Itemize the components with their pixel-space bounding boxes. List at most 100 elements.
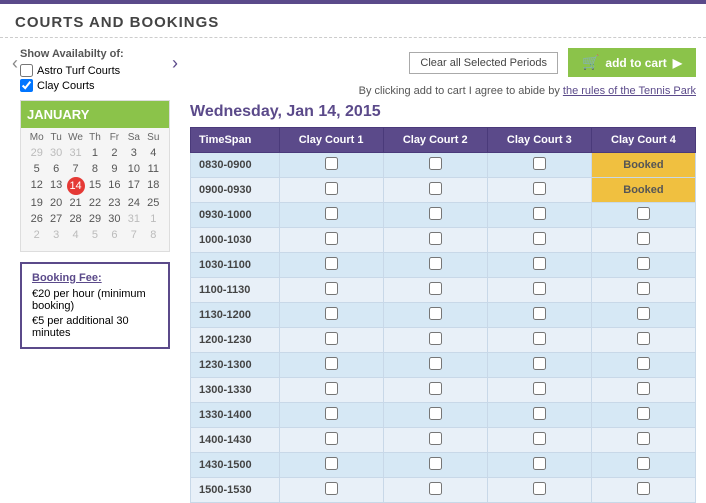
court-cell-2[interactable]	[383, 453, 487, 478]
court-cell-1[interactable]	[279, 378, 383, 403]
calendar-cell[interactable]: 30	[105, 211, 124, 227]
court-checkbox-4[interactable]	[637, 407, 650, 420]
calendar-cell[interactable]: 6	[105, 227, 124, 243]
court-cell-1[interactable]	[279, 303, 383, 328]
court-cell-3[interactable]	[487, 153, 591, 178]
court-cell-1[interactable]	[279, 178, 383, 203]
calendar-cell[interactable]: 10	[124, 161, 143, 177]
court-cell-4[interactable]	[591, 228, 695, 253]
court-cell-3[interactable]	[487, 378, 591, 403]
calendar-cell[interactable]: 7	[124, 227, 143, 243]
court-cell-4[interactable]	[591, 278, 695, 303]
court-cell-2[interactable]	[383, 378, 487, 403]
court-cell-3[interactable]	[487, 328, 591, 353]
court-cell-4[interactable]	[591, 378, 695, 403]
court-checkbox-2[interactable]	[429, 357, 442, 370]
court-checkbox-1[interactable]	[325, 232, 338, 245]
court-cell-3[interactable]	[487, 353, 591, 378]
court-checkbox-2[interactable]	[429, 382, 442, 395]
calendar-cell[interactable]: 6	[46, 161, 65, 177]
court-cell-1[interactable]	[279, 453, 383, 478]
court-cell-3[interactable]	[487, 428, 591, 453]
calendar-cell[interactable]: 15	[85, 177, 104, 195]
court-checkbox-3[interactable]	[533, 482, 546, 495]
court-checkbox-3[interactable]	[533, 182, 546, 195]
court-checkbox-2[interactable]	[429, 307, 442, 320]
calendar-cell[interactable]: 14	[67, 177, 85, 195]
court-cell-4[interactable]	[591, 478, 695, 503]
prev-month-button[interactable]: ‹	[10, 48, 20, 79]
court-checkbox-2[interactable]	[429, 157, 442, 170]
calendar-cell[interactable]: 4	[66, 227, 85, 243]
court-checkbox-1[interactable]	[325, 482, 338, 495]
court-cell-2[interactable]	[383, 303, 487, 328]
court-checkbox-1[interactable]	[325, 207, 338, 220]
court-cell-2[interactable]	[383, 278, 487, 303]
court-checkbox-4[interactable]	[637, 357, 650, 370]
court-checkbox-3[interactable]	[533, 232, 546, 245]
court-checkbox-3[interactable]	[533, 332, 546, 345]
clear-selected-button[interactable]: Clear all Selected Periods	[409, 52, 558, 74]
court-checkbox-3[interactable]	[533, 307, 546, 320]
calendar-cell[interactable]: 9	[105, 161, 124, 177]
astro-turf-checkbox[interactable]	[20, 64, 33, 77]
calendar-cell[interactable]: 26	[27, 211, 46, 227]
calendar-cell[interactable]: 2	[27, 227, 46, 243]
court-cell-4[interactable]	[591, 253, 695, 278]
court-cell-4[interactable]	[591, 203, 695, 228]
court-cell-1[interactable]	[279, 253, 383, 278]
court-cell-2[interactable]	[383, 478, 487, 503]
calendar-cell[interactable]: 17	[124, 177, 143, 195]
calendar-cell[interactable]: 16	[105, 177, 124, 195]
court-checkbox-2[interactable]	[429, 482, 442, 495]
court-checkbox-1[interactable]	[325, 332, 338, 345]
calendar-cell[interactable]: 19	[27, 195, 46, 211]
calendar-cell[interactable]: 27	[46, 211, 65, 227]
court-checkbox-1[interactable]	[325, 307, 338, 320]
calendar-cell[interactable]: 24	[124, 195, 143, 211]
court-checkbox-2[interactable]	[429, 257, 442, 270]
calendar-cell[interactable]: 11	[144, 161, 163, 177]
court-checkbox-4[interactable]	[637, 207, 650, 220]
court-checkbox-3[interactable]	[533, 407, 546, 420]
court-checkbox-4[interactable]	[637, 307, 650, 320]
court-checkbox-4[interactable]	[637, 332, 650, 345]
court-cell-4[interactable]	[591, 328, 695, 353]
calendar-cell[interactable]: 7	[66, 161, 85, 177]
court-checkbox-4[interactable]	[637, 282, 650, 295]
court-cell-1[interactable]	[279, 403, 383, 428]
court-cell-3[interactable]	[487, 203, 591, 228]
court-checkbox-3[interactable]	[533, 157, 546, 170]
court-cell-1[interactable]	[279, 478, 383, 503]
court-checkbox-4[interactable]	[637, 257, 650, 270]
calendar-cell[interactable]: 8	[144, 227, 163, 243]
court-cell-1[interactable]	[279, 228, 383, 253]
court-cell-2[interactable]	[383, 203, 487, 228]
court-cell-3[interactable]	[487, 303, 591, 328]
calendar-cell[interactable]: 21	[66, 195, 85, 211]
court-cell-2[interactable]	[383, 403, 487, 428]
calendar-cell[interactable]: 5	[85, 227, 104, 243]
court-checkbox-1[interactable]	[325, 357, 338, 370]
court-cell-4[interactable]	[591, 403, 695, 428]
calendar-cell[interactable]: 28	[66, 211, 85, 227]
court-cell-3[interactable]	[487, 178, 591, 203]
calendar-cell[interactable]: 4	[144, 145, 163, 161]
court-cell-4[interactable]	[591, 353, 695, 378]
court-checkbox-3[interactable]	[533, 207, 546, 220]
court-cell-3[interactable]	[487, 253, 591, 278]
court-checkbox-2[interactable]	[429, 332, 442, 345]
court-cell-1[interactable]	[279, 353, 383, 378]
court-checkbox-3[interactable]	[533, 257, 546, 270]
court-checkbox-2[interactable]	[429, 207, 442, 220]
court-checkbox-4[interactable]	[637, 382, 650, 395]
calendar-cell[interactable]: 1	[85, 145, 104, 161]
court-checkbox-1[interactable]	[325, 432, 338, 445]
calendar-cell[interactable]: 29	[27, 145, 46, 161]
court-cell-3[interactable]	[487, 478, 591, 503]
court-cell-2[interactable]	[383, 178, 487, 203]
calendar-cell[interactable]: 2	[105, 145, 124, 161]
calendar-cell[interactable]: 23	[105, 195, 124, 211]
court-checkbox-1[interactable]	[325, 407, 338, 420]
court-cell-2[interactable]	[383, 353, 487, 378]
